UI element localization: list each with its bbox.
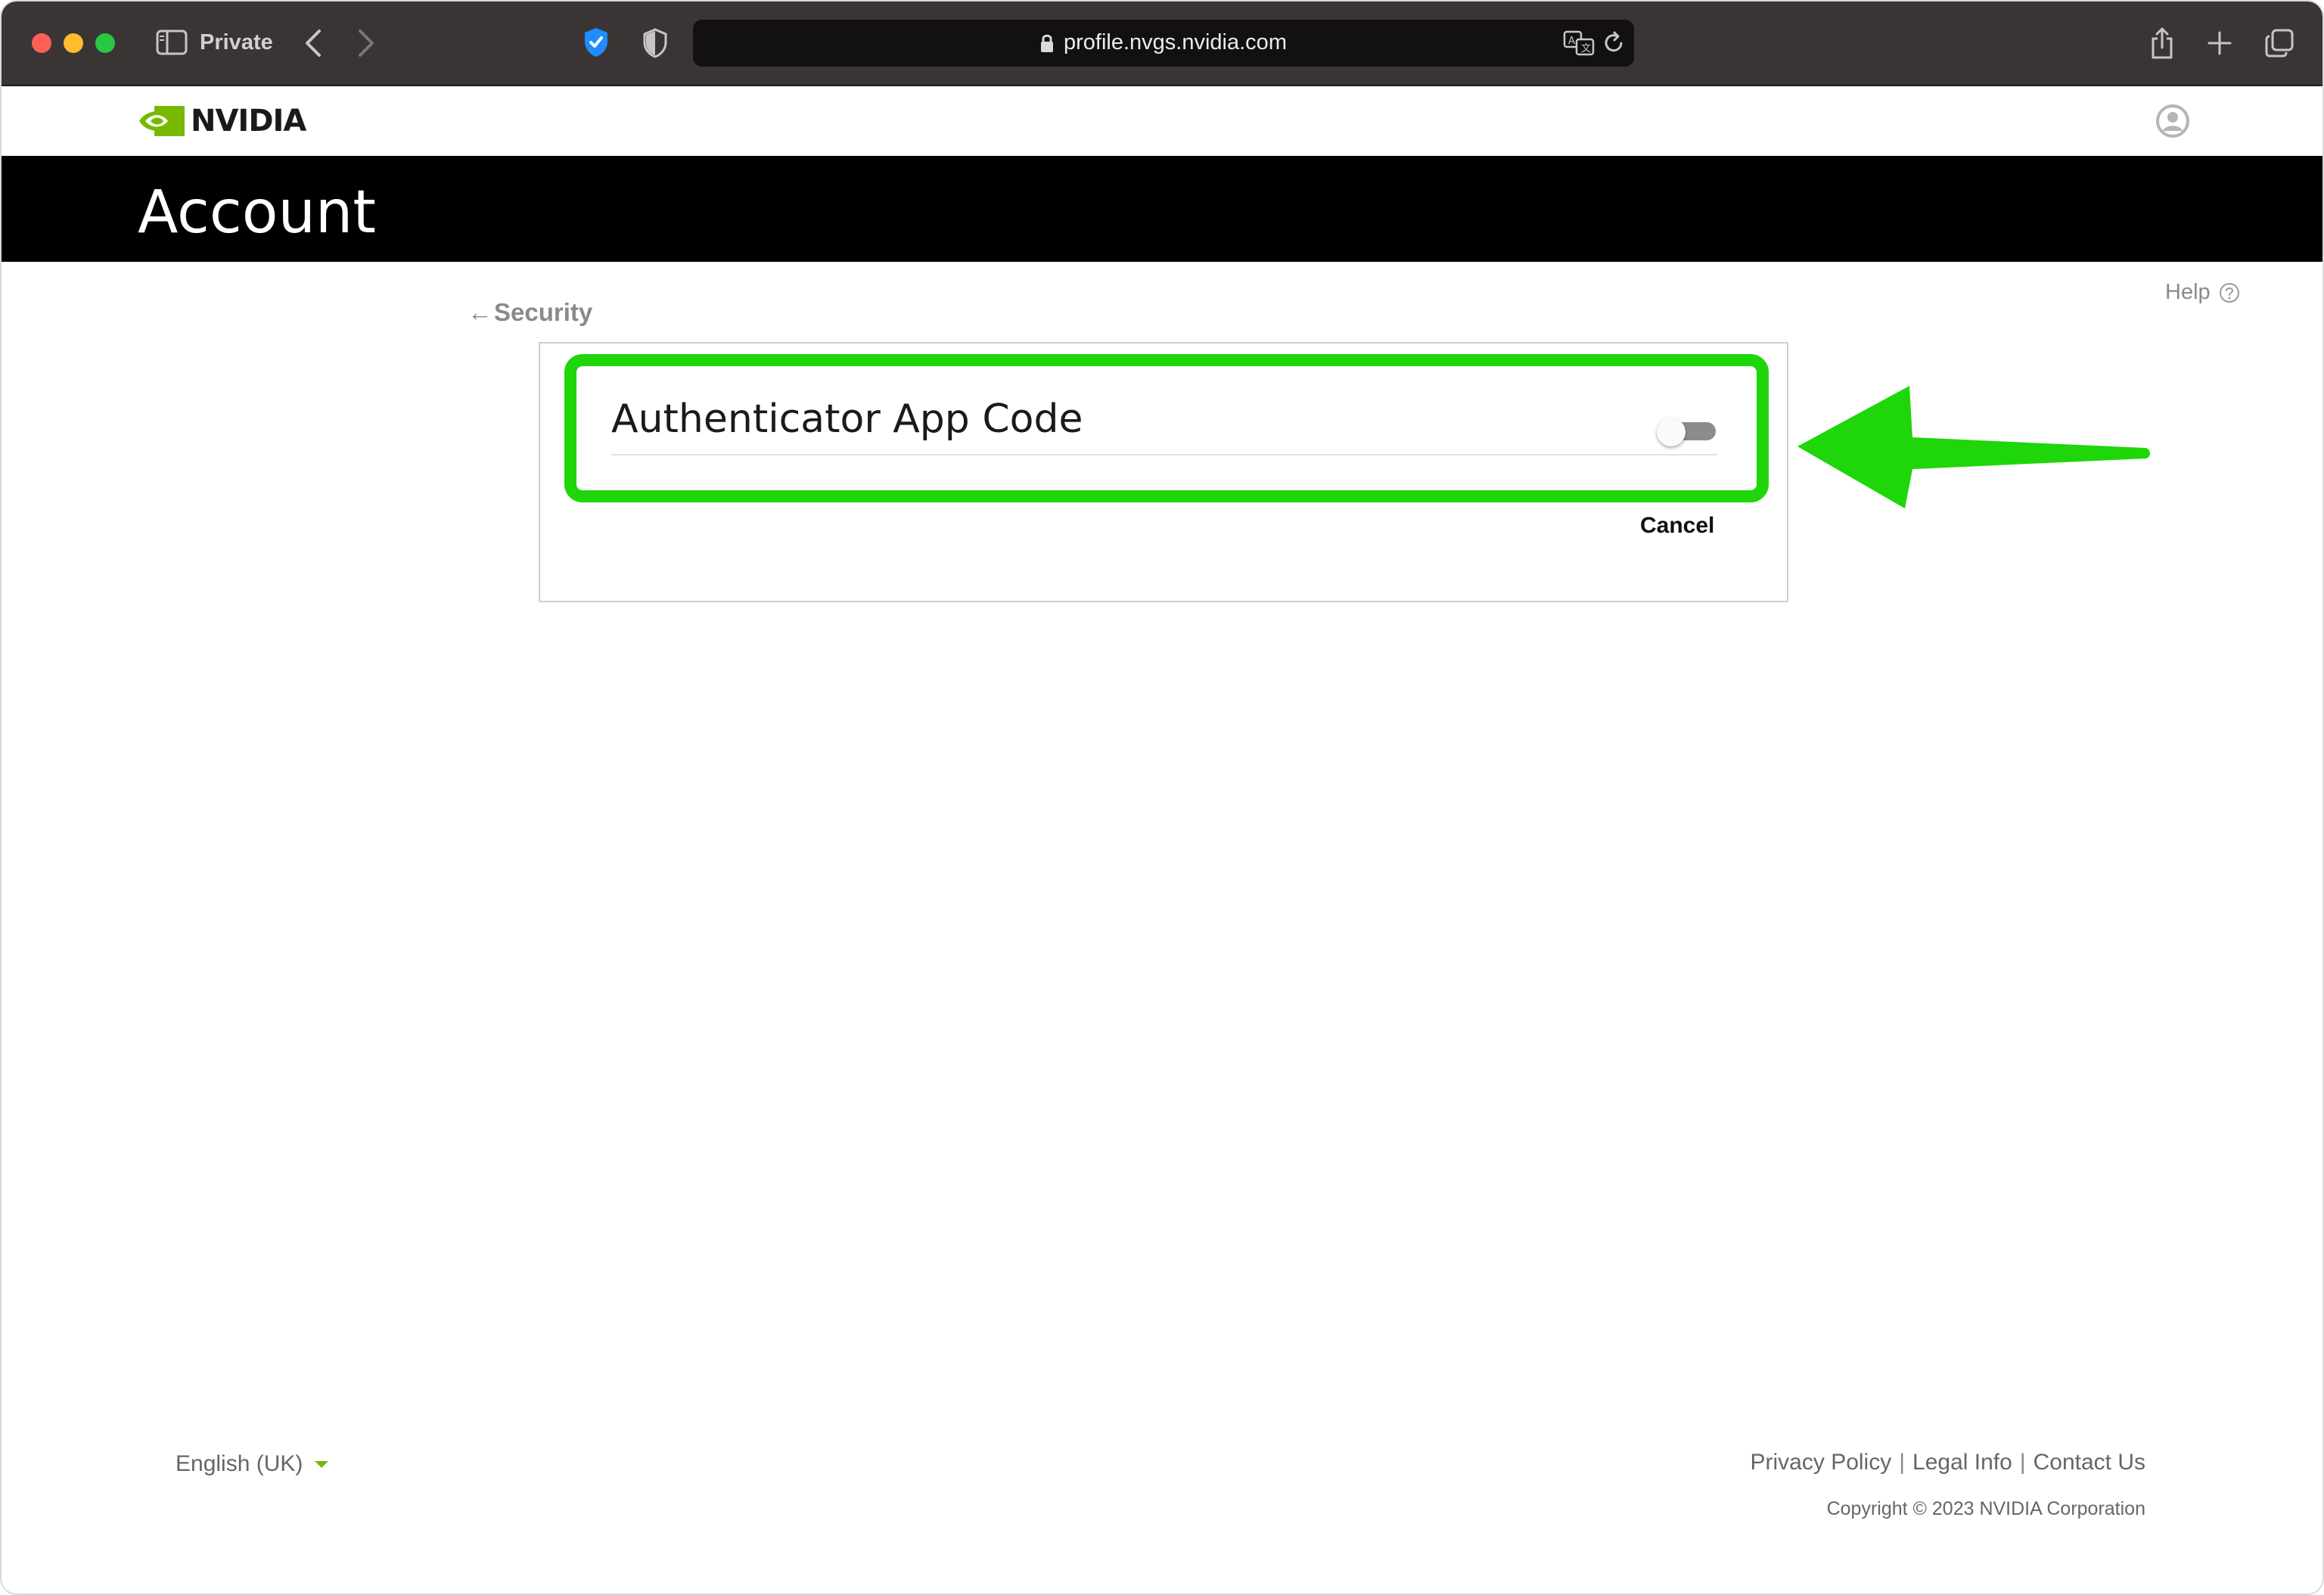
language-selector[interactable]: English (UK) bbox=[176, 1451, 329, 1477]
sidebar-toggle-icon[interactable] bbox=[156, 29, 188, 56]
breadcrumb-label: Security bbox=[494, 298, 593, 326]
browser-toolbar: Private profile.nvgs.nvidia.com A文 bbox=[2, 2, 2322, 86]
nvidia-logo[interactable]: NVIDIA bbox=[138, 103, 306, 139]
help-label: Help bbox=[2165, 280, 2211, 304]
language-label: English (UK) bbox=[176, 1451, 303, 1476]
site-header: NVIDIA bbox=[2, 86, 2322, 156]
divider bbox=[611, 454, 1717, 455]
share-icon[interactable] bbox=[2145, 24, 2179, 62]
svg-text:A: A bbox=[1568, 36, 1575, 47]
back-to-security-link[interactable]: ← Security bbox=[468, 298, 592, 327]
lock-icon bbox=[1041, 34, 1053, 52]
new-tab-icon[interactable] bbox=[2203, 26, 2236, 61]
tab-overview-icon[interactable] bbox=[2262, 26, 2297, 61]
copyright-text: Copyright © 2023 NVIDIA Corporation bbox=[1826, 1498, 2145, 1519]
legal-info-link[interactable]: Legal Info bbox=[1912, 1450, 2012, 1475]
authenticator-toggle[interactable] bbox=[1657, 418, 1717, 446]
minimize-window-button[interactable] bbox=[64, 33, 83, 53]
help-link[interactable]: Help bbox=[2165, 280, 2241, 305]
page-banner: Account bbox=[2, 156, 2322, 262]
browser-window: Private profile.nvgs.nvidia.com A文 NVIDI… bbox=[0, 0, 2324, 1595]
back-arrow-icon: ← bbox=[468, 298, 492, 326]
contact-us-link[interactable]: Contact Us bbox=[2034, 1450, 2145, 1475]
forward-icon[interactable] bbox=[351, 26, 381, 61]
green-arrow-icon bbox=[1797, 386, 2150, 508]
privacy-shield-icon[interactable] bbox=[579, 24, 613, 61]
close-window-button[interactable] bbox=[32, 33, 51, 53]
logo-text: NVIDIA bbox=[191, 104, 306, 138]
page-title: Account bbox=[138, 179, 376, 247]
footer-separator: | bbox=[2019, 1450, 2026, 1475]
account-avatar-icon[interactable] bbox=[2156, 104, 2189, 138]
nvidia-eye-icon bbox=[139, 106, 185, 136]
zoom-window-button[interactable] bbox=[95, 33, 115, 53]
address-bar[interactable]: profile.nvgs.nvidia.com A文 bbox=[693, 20, 1634, 67]
authenticator-title: Authenticator App Code bbox=[611, 396, 1083, 442]
question-circle-icon bbox=[2219, 282, 2239, 303]
translate-icon[interactable]: A文 bbox=[1563, 29, 1596, 58]
back-icon[interactable] bbox=[298, 26, 328, 61]
url-text: profile.nvgs.nvidia.com bbox=[1064, 30, 1287, 54]
footer-separator: | bbox=[1899, 1450, 1906, 1475]
cancel-button[interactable]: Cancel bbox=[1640, 513, 1714, 539]
toggle-knob bbox=[1657, 418, 1686, 446]
footer-links: Privacy Policy | Legal Info | Contact Us bbox=[1751, 1450, 2145, 1475]
caret-down-icon bbox=[315, 1460, 329, 1468]
svg-text:文: 文 bbox=[1581, 43, 1591, 54]
privacy-policy-link[interactable]: Privacy Policy bbox=[1751, 1450, 1892, 1475]
private-mode-label: Private bbox=[200, 30, 273, 54]
reload-icon[interactable] bbox=[1601, 30, 1626, 56]
tracker-shield-icon[interactable] bbox=[640, 26, 670, 61]
